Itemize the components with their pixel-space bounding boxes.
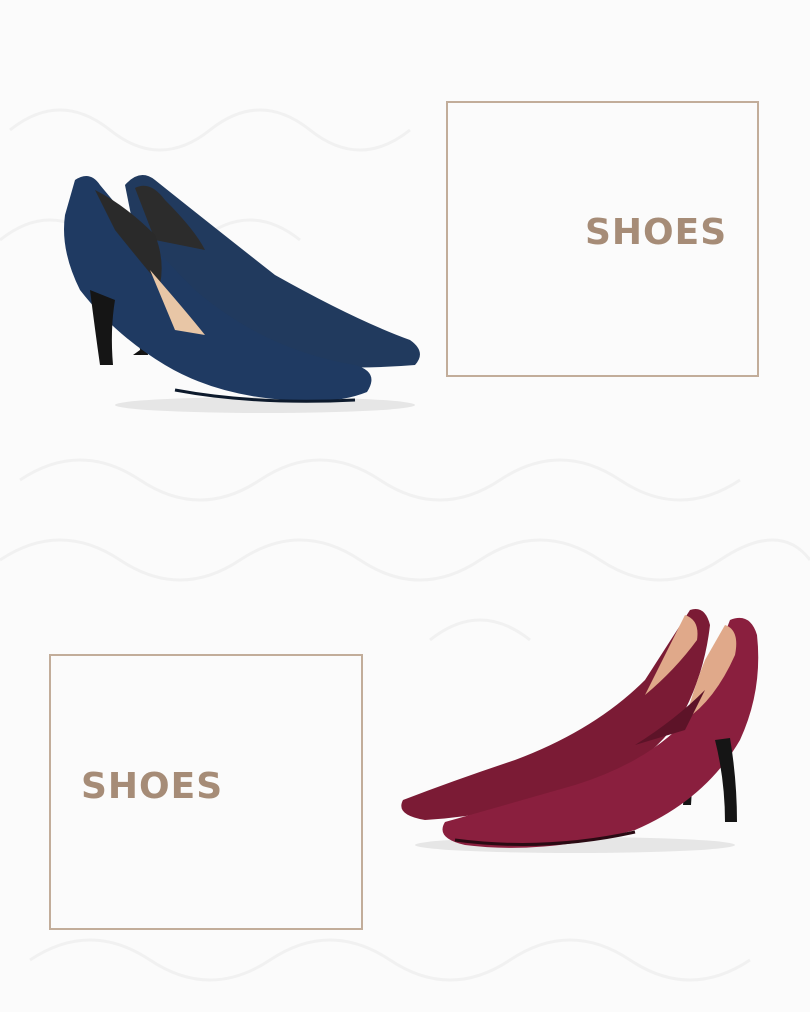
burgundy-pump-image: [401, 609, 759, 853]
navy-pump-image: [64, 175, 420, 413]
shoes-label-top: SHOES: [585, 212, 728, 253]
product-banner: SHOES SHOES: [0, 0, 810, 1012]
shoes-label-bottom: SHOES: [81, 766, 224, 807]
